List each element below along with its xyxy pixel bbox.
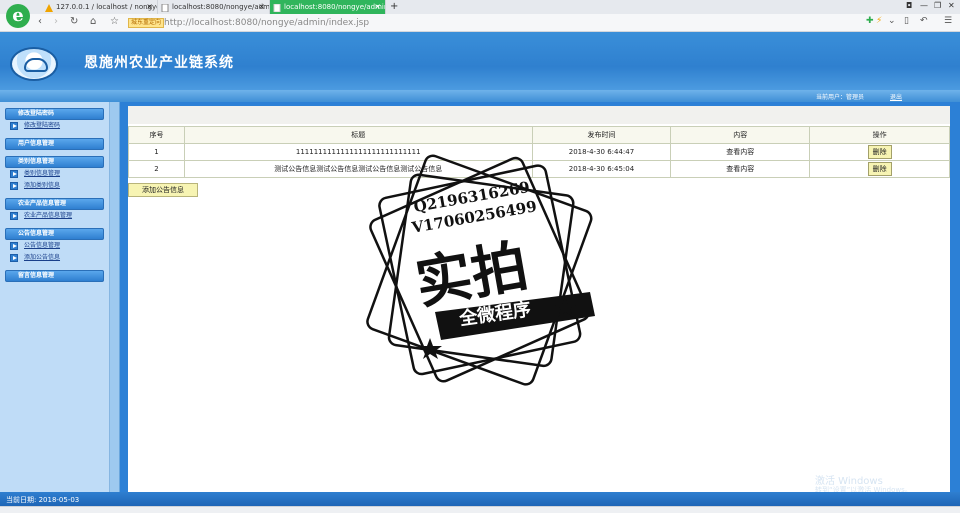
notice-panel: 序号 标题 发布时间 内容 操作 1 111111111111111111111… [128, 106, 950, 492]
table-row: 2 测试公告信息测试公告信息测试公告信息测试公告信息 2018-4-30 6:4… [128, 160, 950, 178]
browser-tab-bar: 127.0.0.1 / localhost / nongye × localho… [0, 0, 960, 14]
current-user-label: 当前用户：管理员 [816, 94, 865, 101]
arrow-icon [10, 182, 18, 190]
delete-button[interactable]: 删除 [867, 145, 892, 159]
sidebar-divider[interactable] [110, 102, 120, 492]
page-favicon-icon [161, 3, 169, 13]
app-title: 恩施州农业产业链系统 [84, 55, 234, 71]
column-header: 标题 [183, 126, 533, 144]
cell-content[interactable]: 查看内容 [670, 160, 811, 178]
dropdown-icon[interactable]: ⌄ [888, 16, 896, 26]
cell-no: 1 [128, 143, 185, 161]
close-tab-icon[interactable]: × [374, 0, 381, 14]
menu-icon[interactable]: ☰ [944, 16, 952, 26]
sidebar-section-categories[interactable]: 类别信息管理 [5, 156, 104, 168]
footer-bar: 当前日期: 2018-05-03 [0, 492, 960, 506]
browser-toolbar: ‹ › ↻ ⌂ ☆ 城东重定向 http://localhost:8080/no… [0, 14, 960, 32]
browser-status-bar [0, 506, 960, 513]
tab-label: 127.0.0.1 / localhost / nongye [56, 3, 158, 11]
logout-link[interactable]: 退出 [890, 92, 902, 101]
column-header: 序号 [128, 126, 185, 144]
security-icon[interactable]: ✚ [866, 16, 874, 26]
close-window-icon[interactable]: ✕ [948, 1, 955, 10]
delete-button[interactable]: 删除 [867, 162, 892, 176]
close-tab-icon[interactable]: × [146, 0, 153, 14]
close-tab-icon[interactable]: × [258, 0, 265, 14]
home-icon[interactable]: ⌂ [90, 16, 96, 27]
add-notice-button[interactable]: 添加公告信息 [128, 183, 198, 197]
cell-action: 删除 [809, 143, 950, 161]
sidebar: 修改登陆密码 修改登陆密码 用户信息管理 类别信息管理 类别信息管理 添加类别信… [0, 102, 110, 492]
notice-table: 序号 标题 发布时间 内容 操作 1 111111111111111111111… [128, 126, 950, 178]
browser-tab-2[interactable]: localhost:8080/nongye/admin × [158, 0, 270, 14]
shirt-icon[interactable]: ◘ [906, 1, 912, 10]
main-content: 序号 标题 发布时间 内容 操作 1 111111111111111111111… [120, 102, 960, 492]
lightning-icon[interactable]: ⚡ [876, 16, 882, 26]
app-header: 恩施州农业产业链系统 [0, 32, 960, 90]
reload-icon[interactable]: ↻ [70, 16, 78, 27]
browser-logo-icon: e [6, 4, 30, 28]
column-header: 内容 [670, 126, 811, 144]
minimize-icon[interactable]: — [920, 1, 928, 10]
current-date: 当前日期: 2018-05-03 [6, 496, 80, 504]
arrow-icon [10, 242, 18, 250]
table-header-row: 序号 标题 发布时间 内容 操作 [128, 126, 950, 144]
cell-action: 删除 [809, 160, 950, 178]
app-logo-icon [10, 47, 58, 81]
sidebar-section-password[interactable]: 修改登陆密码 [5, 108, 104, 120]
tab-label: localhost:8080/nongye/admin [284, 3, 386, 11]
new-tab-button[interactable]: + [390, 0, 398, 14]
forward-icon[interactable]: › [54, 16, 58, 27]
cell-time: 2018-4-30 6:45:04 [531, 160, 672, 178]
sidebar-section-products[interactable]: 农业产品信息管理 [5, 198, 104, 210]
user-bar: 当前用户：管理员 退出 [0, 90, 960, 102]
undo-icon[interactable]: ↶ [920, 16, 928, 26]
arrow-icon [10, 254, 18, 262]
cell-content[interactable]: 查看内容 [670, 143, 811, 161]
cell-title: 测试公告信息测试公告信息测试公告信息测试公告信息 [183, 160, 533, 178]
arrow-icon [10, 212, 18, 220]
sidebar-section-users[interactable]: 用户信息管理 [5, 138, 104, 150]
back-icon[interactable]: ‹ [38, 16, 42, 27]
cell-time: 2018-4-30 6:44:47 [531, 143, 672, 161]
url-text[interactable]: http://localhost:8080/nongye/admin/index… [164, 16, 369, 30]
page-favicon-icon [273, 3, 281, 13]
cell-no: 2 [128, 160, 185, 178]
sidebar-section-notices[interactable]: 公告信息管理 [5, 228, 104, 240]
screenshot-icon[interactable]: ▯ [904, 16, 909, 26]
tab-label: localhost:8080/nongye/admin [172, 3, 270, 11]
arrow-icon [10, 122, 18, 130]
browser-tab-3-active[interactable]: localhost:8080/nongye/admin × [270, 0, 386, 14]
browser-tab-1[interactable]: 127.0.0.1 / localhost / nongye × [42, 0, 158, 14]
sidebar-section-messages[interactable]: 留言信息管理 [5, 270, 104, 282]
bookmark-star-icon[interactable]: ☆ [110, 16, 119, 27]
panel-header-bar [128, 106, 950, 124]
cell-title: 1111111111111111111111111111 [183, 143, 533, 161]
address-bar[interactable]: 城东重定向 http://localhost:8080/nongye/admin… [126, 16, 866, 30]
column-header: 发布时间 [531, 126, 672, 144]
arrow-icon [10, 170, 18, 178]
maximize-icon[interactable]: ❐ [934, 1, 941, 10]
table-row: 1 1111111111111111111111111111 2018-4-30… [128, 143, 950, 161]
warning-favicon-icon [45, 3, 53, 12]
column-header: 操作 [809, 126, 950, 144]
url-tag: 城东重定向 [128, 18, 165, 28]
